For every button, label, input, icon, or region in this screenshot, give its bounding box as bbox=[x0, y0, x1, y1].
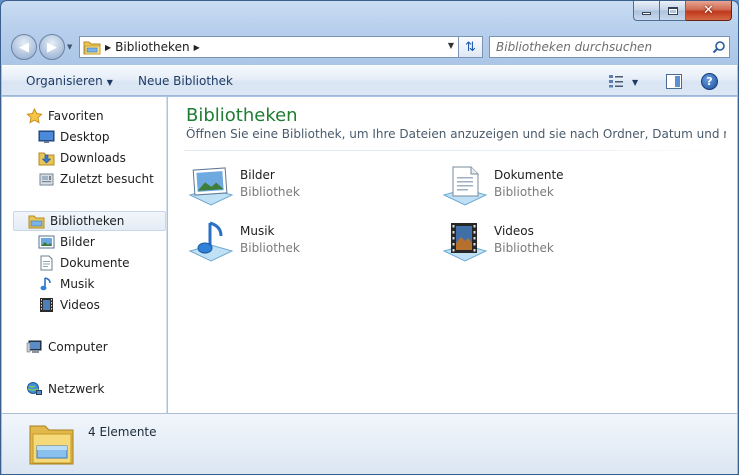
navigation-pane: Favoriten Desktop Downloads Zuletzt besu… bbox=[2, 97, 167, 413]
library-type: Bibliothek bbox=[494, 241, 554, 255]
sidebar-item-desktop[interactable]: Desktop bbox=[38, 127, 110, 147]
back-button[interactable]: ◀ bbox=[11, 34, 37, 60]
item-count: 4 Elemente bbox=[88, 425, 157, 439]
command-bar: Organisieren ▼ Neue Bibliothek ▼ ? bbox=[2, 65, 737, 96]
network-icon bbox=[26, 381, 43, 397]
breadcrumb-separator-icon[interactable]: ▶ bbox=[105, 43, 111, 52]
minimize-button[interactable] bbox=[633, 1, 660, 21]
sidebar-item-recent-places[interactable]: Zuletzt besucht bbox=[38, 169, 154, 189]
sidebar-item-label: Computer bbox=[48, 340, 108, 354]
pictures-icon bbox=[38, 234, 55, 250]
desktop-icon bbox=[38, 129, 55, 145]
videos-icon bbox=[38, 297, 55, 313]
libraries-folder-icon bbox=[28, 213, 45, 229]
details-pane: 4 Elemente bbox=[2, 413, 737, 474]
documents-icon bbox=[38, 255, 55, 271]
new-library-button[interactable]: Neue Bibliothek bbox=[138, 74, 233, 88]
sidebar-item-libraries[interactable]: Bibliotheken bbox=[13, 211, 166, 231]
sidebar-item-documents[interactable]: Dokumente bbox=[38, 253, 130, 273]
sidebar-item-label: Zuletzt besucht bbox=[60, 172, 154, 186]
maximize-button[interactable] bbox=[660, 1, 686, 21]
sidebar-item-pictures[interactable]: Bilder bbox=[38, 232, 95, 252]
library-tile-music[interactable]: Musik Bibliothek bbox=[186, 221, 300, 267]
arrow-right-icon: ▶ bbox=[47, 39, 57, 55]
change-view-button[interactable]: ▼ bbox=[608, 74, 638, 91]
search-box[interactable] bbox=[489, 36, 730, 58]
recent-pages-dropdown[interactable]: ▼ bbox=[67, 43, 75, 51]
page-title: Bibliotheken bbox=[186, 105, 298, 126]
computer-icon bbox=[26, 339, 43, 355]
libraries-folder-icon bbox=[83, 39, 101, 55]
library-name: Bilder bbox=[240, 168, 275, 182]
sidebar-item-label: Bilder bbox=[60, 235, 95, 249]
library-tile-documents[interactable]: Dokumente Bibliothek bbox=[440, 165, 564, 211]
breadcrumb-separator-icon[interactable]: ▶ bbox=[194, 43, 200, 52]
refresh-button[interactable]: ⇅ bbox=[459, 36, 483, 58]
sidebar-item-label: Netzwerk bbox=[48, 382, 105, 396]
breadcrumb-libraries[interactable]: Bibliotheken bbox=[115, 40, 189, 54]
chevron-down-icon: ▼ bbox=[106, 78, 113, 87]
header-divider bbox=[184, 150, 719, 151]
sidebar-item-label: Bibliotheken bbox=[50, 214, 125, 228]
close-button[interactable]: ✕ bbox=[686, 1, 732, 21]
library-name: Dokumente bbox=[494, 168, 564, 182]
pictures-library-icon bbox=[186, 165, 236, 211]
maximize-icon bbox=[667, 6, 678, 15]
videos-library-icon bbox=[440, 221, 490, 267]
sidebar-item-favorites[interactable]: Favoriten bbox=[26, 106, 104, 126]
recent-places-icon bbox=[38, 171, 55, 187]
sidebar-item-computer[interactable]: Computer bbox=[26, 337, 108, 357]
star-icon bbox=[26, 108, 43, 124]
downloads-icon bbox=[38, 150, 55, 166]
organize-button[interactable]: Organisieren ▼ bbox=[26, 74, 113, 88]
search-icon[interactable] bbox=[709, 40, 729, 54]
help-icon: ? bbox=[706, 75, 713, 88]
explorer-window: ✕ ◀ ▶ ▼ ▶ Bibliotheken ▶ ▼ ⇅ Bibliotheke… bbox=[0, 0, 739, 475]
sidebar-item-label: Videos bbox=[60, 298, 100, 312]
chevron-down-icon: ▼ bbox=[632, 78, 639, 87]
help-button[interactable]: ? bbox=[701, 73, 718, 90]
close-icon: ✕ bbox=[703, 3, 714, 18]
sidebar-item-label: Musik bbox=[60, 277, 95, 291]
library-name: Videos bbox=[494, 224, 534, 238]
library-tile-pictures[interactable]: Bilder Bibliothek bbox=[186, 165, 300, 211]
refresh-icon: ⇅ bbox=[465, 39, 476, 55]
library-name: Musik bbox=[240, 224, 275, 238]
search-input[interactable] bbox=[496, 40, 709, 54]
address-row: ◀ ▶ ▼ ▶ Bibliotheken ▶ ▼ ⇅ bbox=[1, 31, 738, 61]
preview-pane-button[interactable] bbox=[666, 74, 682, 89]
chevron-down-icon: ▼ bbox=[67, 43, 73, 51]
view-details-icon bbox=[608, 74, 624, 91]
sidebar-item-music[interactable]: Musik bbox=[38, 274, 95, 294]
arrow-left-icon: ◀ bbox=[19, 39, 29, 55]
library-type: Bibliothek bbox=[240, 185, 300, 199]
address-bar[interactable]: ▶ Bibliotheken ▶ ▼ bbox=[79, 36, 459, 58]
sidebar-item-downloads[interactable]: Downloads bbox=[38, 148, 126, 168]
forward-button[interactable]: ▶ bbox=[39, 34, 65, 60]
caption-buttons: ✕ bbox=[633, 1, 732, 21]
page-subtitle: Öffnen Sie eine Bibliothek, um Ihre Date… bbox=[186, 127, 726, 141]
sidebar-item-label: Dokumente bbox=[60, 256, 130, 270]
organize-label: Organisieren bbox=[26, 74, 103, 88]
library-tile-videos[interactable]: Videos Bibliothek bbox=[440, 221, 554, 267]
music-library-icon bbox=[186, 221, 236, 267]
sidebar-item-label: Downloads bbox=[60, 151, 126, 165]
documents-library-icon bbox=[440, 165, 490, 211]
sidebar-item-network[interactable]: Netzwerk bbox=[26, 379, 104, 399]
minimize-icon bbox=[642, 12, 651, 15]
library-type: Bibliothek bbox=[494, 185, 554, 199]
music-icon bbox=[38, 276, 55, 292]
libraries-folder-large-icon bbox=[27, 418, 77, 468]
sidebar-item-videos[interactable]: Videos bbox=[38, 295, 100, 315]
library-type: Bibliothek bbox=[240, 241, 300, 255]
content-pane: Bibliotheken Öffnen Sie eine Bibliothek,… bbox=[168, 97, 737, 413]
sidebar-item-label: Favoriten bbox=[48, 109, 104, 123]
sidebar-item-label: Desktop bbox=[60, 130, 110, 144]
address-history-dropdown[interactable]: ▼ bbox=[448, 41, 454, 50]
